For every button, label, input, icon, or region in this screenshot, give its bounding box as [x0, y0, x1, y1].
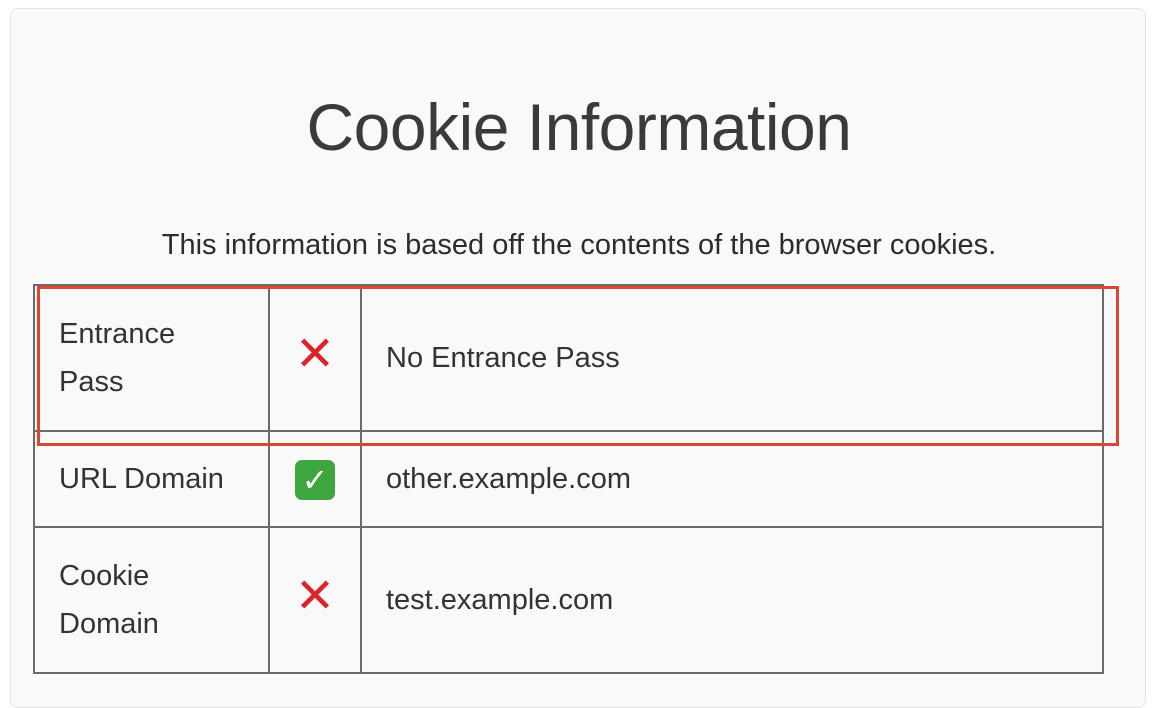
table-row-cookie-domain: Cookie Domain ✕ test.example.com [33, 526, 1104, 674]
cookie-info-table: Entrance Pass ✕ No Entrance Pass URL Dom… [33, 284, 1104, 674]
cross-icon: ✕ [294, 328, 336, 381]
row-label: Cookie Domain [33, 526, 270, 674]
table-row-entrance-pass: Entrance Pass ✕ No Entrance Pass [33, 284, 1104, 432]
row-value: No Entrance Pass [360, 284, 1104, 432]
row-value: other.example.com [360, 430, 1104, 528]
row-label: Entrance Pass [33, 284, 270, 432]
page-subtitle: This information is based off the conten… [161, 229, 997, 261]
page-title: Cookie Information [306, 90, 852, 164]
table-row-url-domain: URL Domain ✓ other.example.com [33, 430, 1104, 528]
row-status: ✕ [268, 526, 362, 674]
check-icon: ✓ [295, 460, 335, 501]
row-label: URL Domain [33, 430, 270, 528]
row-status: ✓ [268, 430, 362, 528]
cross-icon: ✕ [294, 570, 336, 623]
row-value: test.example.com [360, 526, 1104, 674]
row-status: ✕ [268, 284, 362, 432]
